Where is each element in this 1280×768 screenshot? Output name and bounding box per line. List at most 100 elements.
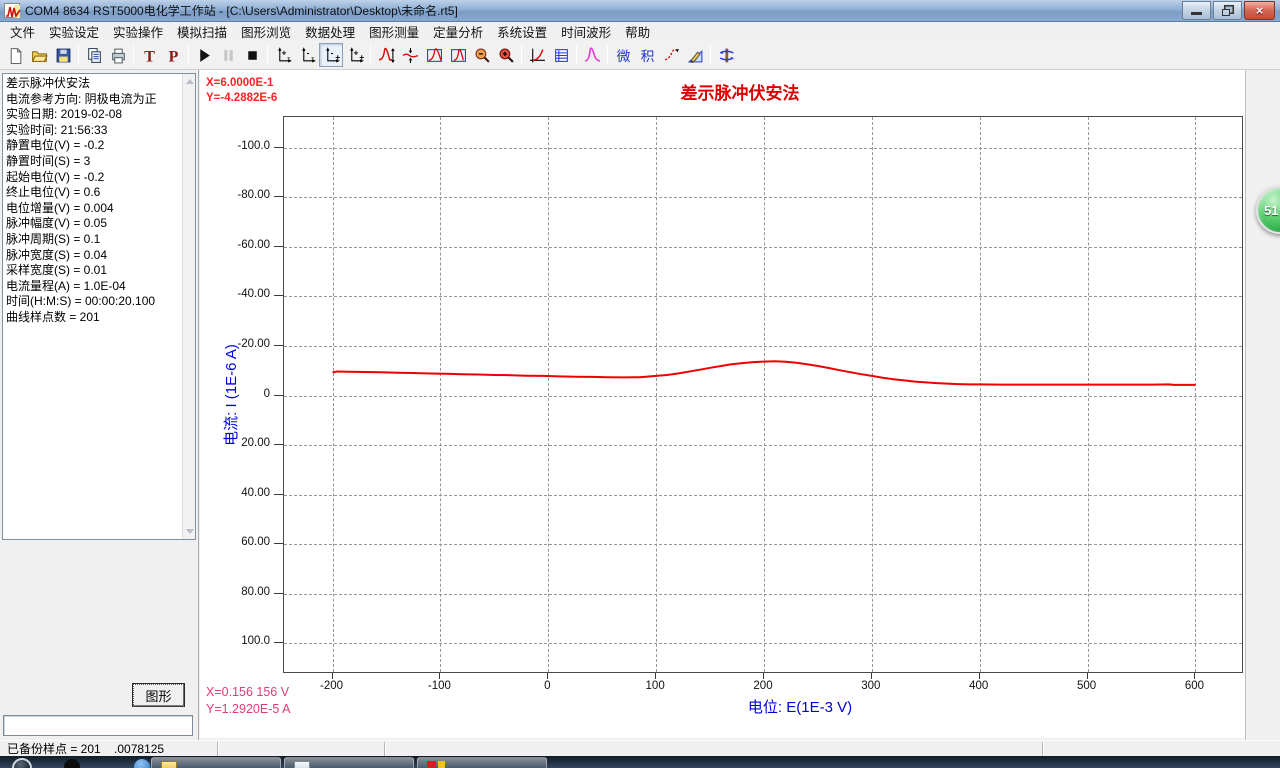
menu-item-10[interactable]: 时间波形 [554,20,618,43]
plot-area[interactable] [283,116,1243,673]
scroll-down-button[interactable] [183,524,196,539]
svg-text:P: P [168,48,178,64]
window-icon [294,761,310,768]
run-experiment-icon[interactable] [192,43,216,67]
zoom-out-icon[interactable] [470,43,494,67]
rotate-view-icon[interactable] [714,43,738,67]
parameter-font-icon[interactable]: P [161,43,185,67]
taskbar-icon-1[interactable] [64,759,80,768]
integrate-icon[interactable]: 积 [635,43,659,67]
autoscale-y-icon[interactable] [374,43,398,67]
svg-text:+: + [335,51,340,61]
dpv-curve [332,360,1196,386]
graph-button[interactable]: 图形 [132,683,185,707]
menu-item-2[interactable]: 实验设定 [42,20,106,43]
app-yellow-icon [438,761,445,768]
close-button[interactable]: × [1244,1,1275,20]
y-tick-mark [274,245,283,247]
axis-quadrant-1-icon[interactable]: + - [271,43,295,67]
menu-item-8[interactable]: 定量分析 [426,20,490,43]
x-tick-mark [763,673,764,679]
svg-text:T: T [144,48,155,64]
svg-text:-: - [311,51,314,61]
parameter-line-16: 曲线样点数 = 201 [6,309,100,324]
baseline-icon[interactable] [525,43,549,67]
save-file-icon[interactable] [51,43,75,67]
y-tick-mark [274,642,283,644]
y-tick-label: -100.0 [237,139,270,152]
menu-item-3[interactable]: 实验操作 [106,20,170,43]
menu-item-7[interactable]: 图形测量 [362,20,426,43]
minimize-button[interactable] [1182,1,1211,20]
menu-item-9[interactable]: 系统设置 [490,20,554,43]
window-title: COM4 8634 RST5000电化学工作站 - [C:\Users\Admi… [25,4,458,18]
smooth-curve-icon[interactable] [659,43,683,67]
x-tick-mark [331,673,333,679]
y-tick-label: 80.00 [241,585,270,598]
peak-analysis-icon[interactable] [580,43,604,67]
restore-button[interactable] [1213,1,1242,20]
y-tick-mark [274,493,283,495]
chart-panel: X=6.0000E-1 Y=-4.2882E-6 差示脉冲伏安法 电流: I (… [200,70,1245,738]
x-tick-label: 0 [544,680,551,692]
y-tick-label: -60.00 [237,238,270,251]
y-tick-mark [274,592,283,594]
taskbar-app-2[interactable] [284,757,414,768]
menu-item-4[interactable]: 模拟扫描 [170,20,234,43]
chart-title: 差示脉冲伏安法 [680,84,800,103]
menu-bar: 文件 实验设定 实验操作 模拟扫描 图形浏览 数据处理 图形测量 定量分析 系统设置 时间波形 帮助 [0,22,1280,41]
close-icon: × [1255,3,1264,18]
axis-quadrant-2-icon[interactable]: -- [295,43,319,67]
edit-curve-icon[interactable] [683,43,707,67]
stop-icon[interactable] [240,43,264,67]
toolbar-separator [576,45,577,65]
title-bar: COM4 8634 RST5000电化学工作站 - [C:\Users\Admi… [0,0,1280,22]
x-tick-mark [978,673,980,679]
parameter-line-14: 电流量程(A) = 1.0E-04 [6,278,126,293]
cursor-readout-bottom: X=0.156 156 V Y=1.2920E-5 A [206,684,290,718]
parameters-panel: 差示脉冲伏安法 电流参考方向: 阴极电流为正 实验日期: 2019-02-08 实验时… [0,70,199,740]
toolbar-separator [521,45,522,65]
menu-item-11[interactable]: 帮助 [618,20,657,43]
fit-window-icon[interactable] [422,43,446,67]
parameter-line-3: 实验日期: 2019-02-08 [6,107,123,122]
status-panel-2 [220,742,385,756]
y-tick-mark [274,444,283,445]
taskbar-icon-2[interactable] [134,759,150,768]
differentiate-icon[interactable]: 微 [611,43,635,67]
open-file-icon[interactable] [27,43,51,67]
data-table-icon[interactable] [549,43,573,67]
taskbar-app-3[interactable] [417,757,547,768]
x-tick-label: 600 [1184,680,1205,692]
menu-item-1[interactable]: 文件 [3,20,42,43]
new-file-icon[interactable] [3,43,27,67]
scroll-up-button[interactable] [183,74,196,89]
start-button[interactable] [12,758,32,768]
taskbar-app-1[interactable] [151,757,281,768]
x-tick-mark [439,673,441,679]
pause-icon[interactable] [216,43,240,67]
x-tick-mark [1086,673,1088,679]
axis-quadrant-3-icon[interactable]: - + [319,43,343,67]
taskbar [0,756,1280,768]
note-input[interactable] [3,715,193,736]
print-icon[interactable] [106,43,130,67]
menu-item-6[interactable]: 数据处理 [298,20,362,43]
title-font-icon[interactable]: T [137,43,161,67]
svg-text:积: 积 [640,47,654,63]
parameter-line-7: 起始电位(V) = -0.2 [6,169,105,184]
center-signal-icon[interactable] [398,43,422,67]
fit-window-narrow-icon[interactable] [446,43,470,67]
parameter-lines: 差示脉冲伏安法 电流参考方向: 阴极电流为正 实验日期: 2019-02-08 实验时… [6,76,181,326]
zoom-in-icon[interactable] [494,43,518,67]
parameter-line-15: 时间(H:M:S) = 00:00:20.100 [6,294,156,309]
menu-item-5[interactable]: 图形浏览 [234,20,298,43]
parameter-line-6: 静置时间(S) = 3 [6,153,91,168]
parameters-listbox[interactable]: 差示脉冲伏安法 电流参考方向: 阴极电流为正 实验日期: 2019-02-08 实验时… [2,73,196,540]
status-bar: 已备份样点 = 201 .0078125 [0,740,1280,756]
scroll-down-icon [185,529,194,534]
parameters-scrollbar[interactable] [182,74,195,539]
axis-quadrant-4-icon[interactable]: + + [343,43,367,67]
y-tick-mark [274,196,283,198]
copy-icon[interactable] [82,43,106,67]
